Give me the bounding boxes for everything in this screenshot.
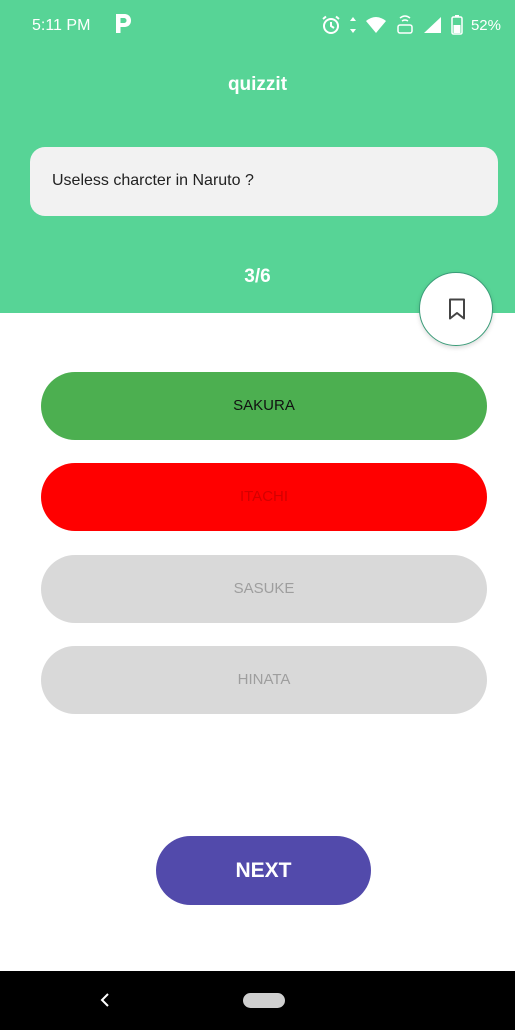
bookmark-icon bbox=[449, 298, 465, 320]
next-button[interactable]: NEXT bbox=[156, 836, 371, 905]
header-area: 5:11 PM 52% quizzit Useless charcter in … bbox=[0, 0, 515, 313]
option-button-sakura[interactable]: SAKURA bbox=[41, 372, 487, 440]
wifi-icon bbox=[365, 16, 387, 34]
back-icon[interactable] bbox=[94, 988, 116, 1012]
status-time: 5:11 PM bbox=[32, 17, 91, 34]
signal-icon bbox=[423, 16, 443, 34]
option-button-itachi[interactable]: ITACHI bbox=[41, 463, 487, 531]
volte-icon bbox=[395, 15, 415, 35]
option-button-sasuke[interactable]: SASUKE bbox=[41, 555, 487, 623]
app-title: quizzit bbox=[227, 74, 288, 95]
question-text: Useless charcter in Naruto ? bbox=[52, 172, 254, 189]
p-app-icon bbox=[112, 11, 134, 35]
bookmark-button[interactable] bbox=[419, 272, 493, 346]
battery-level: 52% bbox=[470, 16, 501, 34]
status-bar: 5:11 PM 52% bbox=[0, 0, 515, 52]
data-arrows-icon bbox=[349, 16, 357, 34]
question-card: Useless charcter in Naruto ? bbox=[30, 147, 498, 216]
home-pill-icon[interactable] bbox=[243, 993, 285, 1008]
status-icons: 52% bbox=[321, 14, 501, 36]
navigation-bar bbox=[0, 971, 515, 1030]
battery-icon bbox=[451, 15, 463, 35]
alarm-icon bbox=[321, 15, 341, 35]
option-button-hinata[interactable]: HINATA bbox=[41, 646, 487, 714]
